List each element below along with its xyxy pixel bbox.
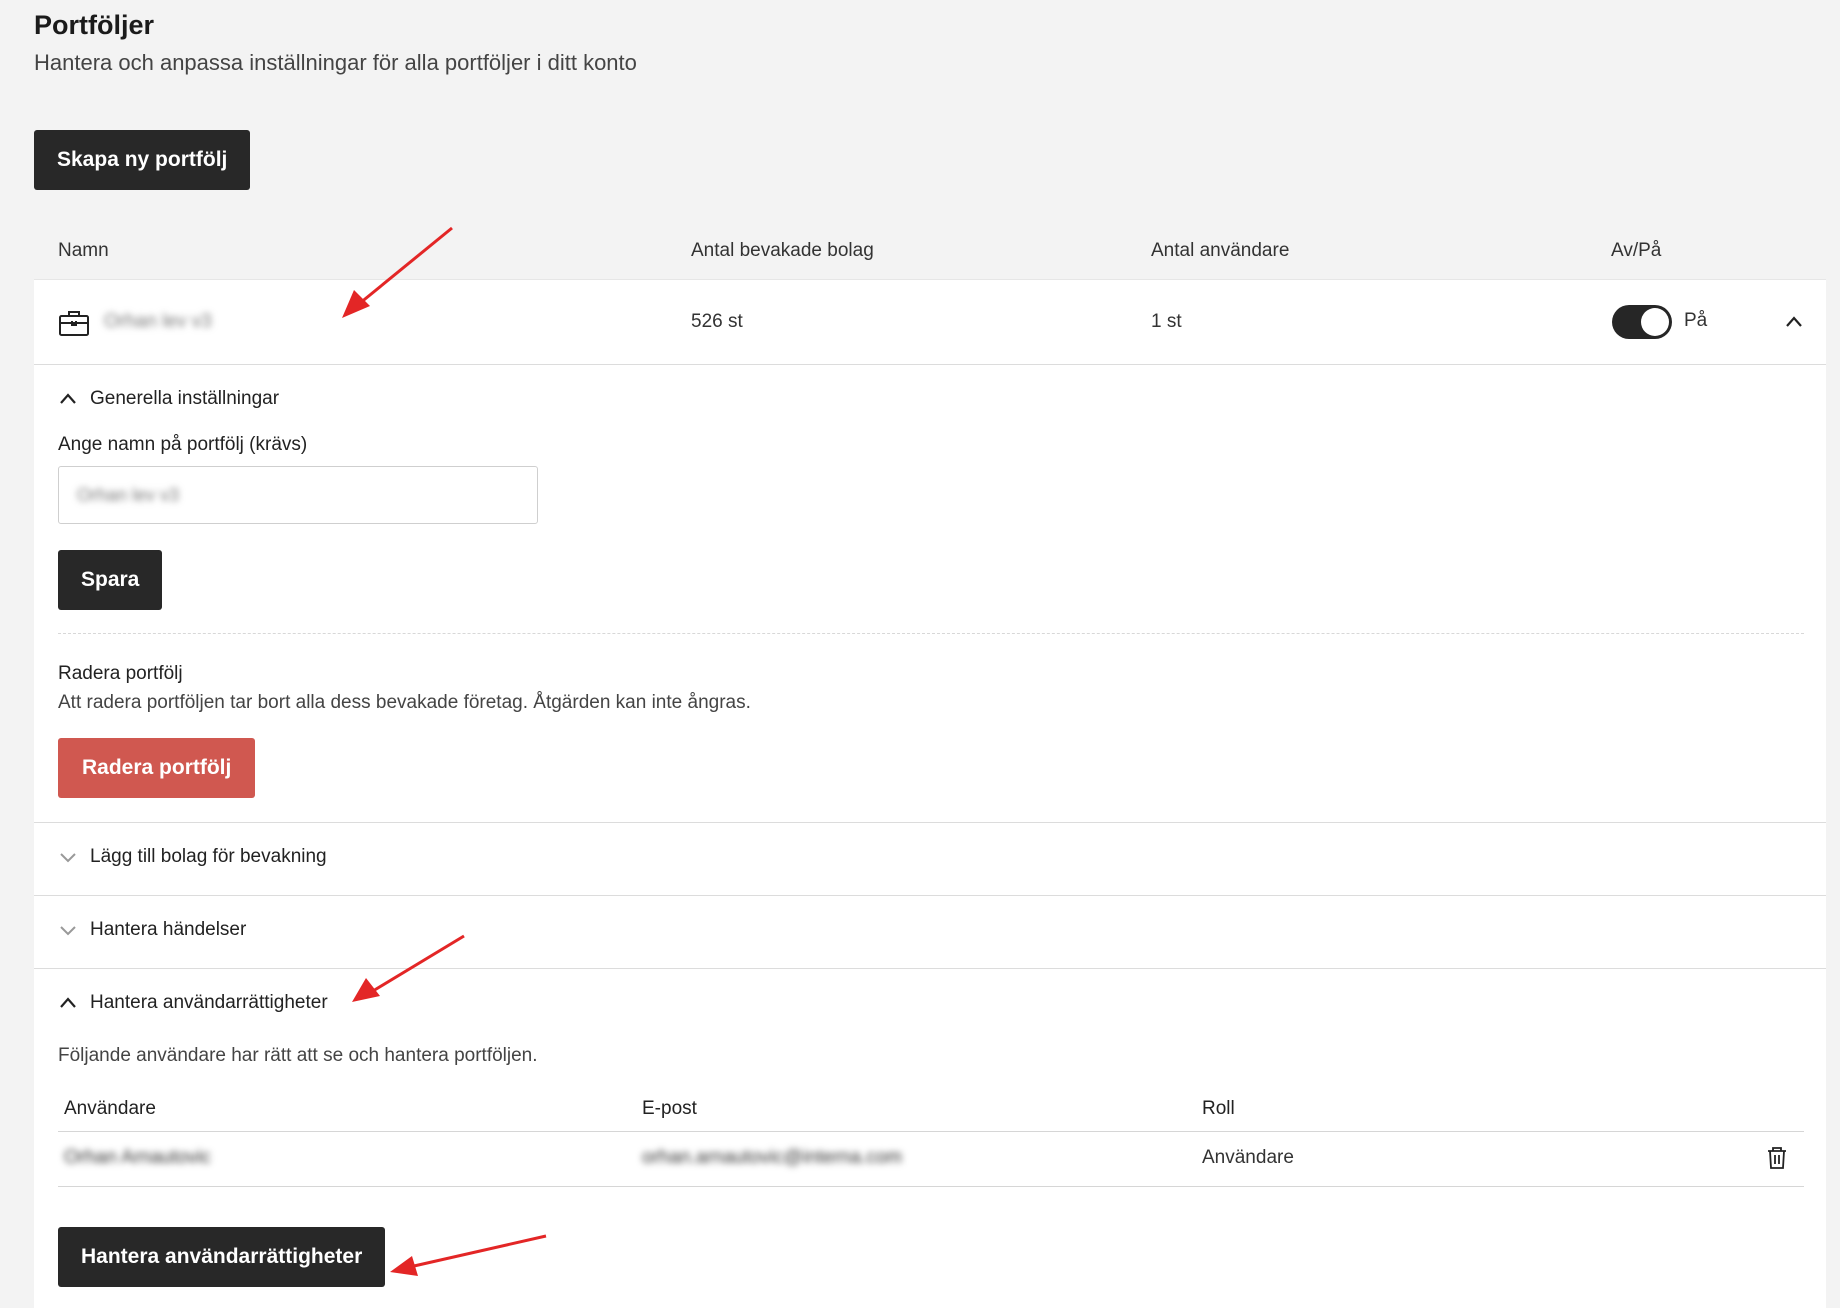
portfolio-toggle[interactable]	[1612, 305, 1672, 339]
section-add-companies-title: Lägg till bolag för bevakning	[90, 846, 327, 867]
section-general-title: Generella inställningar	[90, 388, 280, 409]
portfolio-name-label: Ange namn på portfölj (krävs)	[58, 434, 308, 455]
page-title: Portföljer	[34, 10, 155, 40]
table-header-role: Roll	[1202, 1098, 1235, 1119]
column-header-name[interactable]: Namn	[58, 240, 109, 262]
permissions-description: Följande användare har rätt att se och h…	[58, 1045, 538, 1066]
section-general-header[interactable]: Generella inställningar	[58, 388, 279, 410]
page-subtitle: Hantera och anpassa inställningar för al…	[34, 50, 637, 75]
divider	[34, 968, 1826, 969]
delete-portfolio-title: Radera portfölj	[58, 663, 183, 684]
delete-portfolio-warning: Att radera portföljen tar bort alla dess…	[58, 692, 751, 713]
chevron-down-icon	[58, 920, 78, 940]
collapse-row-button[interactable]	[1784, 312, 1804, 332]
toggle-knob	[1641, 308, 1669, 336]
permissions-table: Användare E-post Roll Orhan Arnautovic o…	[58, 1098, 1804, 1208]
user-role: Användare	[1202, 1147, 1294, 1168]
delete-portfolio-button[interactable]: Radera portfölj	[58, 738, 256, 798]
portfolio-row[interactable]: Orhan lev v3 526 st 1 st På	[34, 280, 1826, 365]
save-button[interactable]: Spara	[58, 550, 163, 610]
section-permissions-header[interactable]: Hantera användarrättigheter	[58, 992, 328, 1014]
table-header-user: Användare	[64, 1098, 156, 1119]
user-name: Orhan Arnautovic	[64, 1147, 211, 1168]
section-add-companies-header[interactable]: Lägg till bolag för bevakning	[58, 846, 327, 868]
create-portfolio-button[interactable]: Skapa ny portfölj	[34, 130, 251, 190]
column-header-companies[interactable]: Antal bevakade bolag	[691, 240, 874, 262]
divider	[34, 822, 1826, 823]
briefcase-icon	[58, 309, 90, 337]
user-email: orhan.arnautovic@interna.com	[642, 1147, 903, 1168]
manage-permissions-button[interactable]: Hantera användarrättigheter	[58, 1227, 386, 1287]
chevron-up-icon	[58, 389, 78, 409]
chevron-down-icon	[58, 847, 78, 867]
section-events-header[interactable]: Hantera händelser	[58, 919, 246, 941]
users-count: 1 st	[1151, 311, 1182, 332]
companies-count: 526 st	[691, 311, 743, 332]
divider	[34, 895, 1826, 896]
portfolio-name: Orhan lev v3	[104, 311, 212, 332]
divider	[58, 633, 1804, 634]
trash-icon[interactable]	[1766, 1146, 1788, 1170]
chevron-up-icon	[58, 993, 78, 1013]
column-header-toggle: Av/På	[1611, 240, 1662, 261]
table-header-email: E-post	[642, 1098, 697, 1119]
column-header-users[interactable]: Antal användare	[1151, 240, 1289, 262]
table-row: Orhan Arnautovic orhan.arnautovic@intern…	[58, 1131, 1804, 1187]
portfolio-card: Orhan lev v3 526 st 1 st På Generella in…	[34, 279, 1826, 1308]
portfolio-name-input[interactable]: Orhan lev v3	[58, 466, 538, 524]
toggle-label: På	[1684, 310, 1708, 331]
section-events-title: Hantera händelser	[90, 919, 247, 940]
section-permissions-title: Hantera användarrättigheter	[90, 992, 328, 1013]
portfolio-name-input-value: Orhan lev v3	[77, 484, 180, 505]
chevron-up-icon	[1786, 316, 1802, 327]
